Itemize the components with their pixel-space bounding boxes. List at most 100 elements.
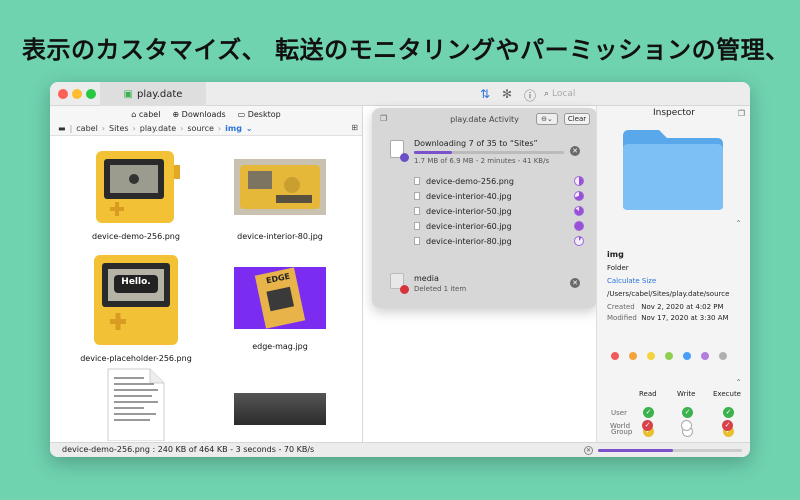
file-item[interactable] [210, 393, 350, 425]
tag-yellow[interactable] [647, 352, 655, 360]
tag-blue[interactable] [683, 352, 691, 360]
favorite-desktop[interactable]: ▭ Desktop [238, 110, 281, 119]
transfer-item[interactable]: device-interior-80.jpg [414, 234, 584, 248]
perm-world-execute[interactable]: ✓ [722, 420, 733, 431]
tag-gray[interactable] [719, 352, 727, 360]
item-name: img [607, 250, 624, 259]
calculate-size-link[interactable]: Calculate Size [607, 277, 656, 285]
breadcrumb-sep: | [69, 124, 73, 133]
dismiss-delete-button[interactable]: ✕ [570, 278, 580, 288]
modified-row: Modified Nov 17, 2020 at 3:30 AM [607, 314, 729, 322]
file-thumbnail [234, 147, 326, 227]
clear-button[interactable]: Clear [564, 113, 590, 125]
thumbnail-text: Hello. [121, 277, 151, 287]
grid-view-icon[interactable]: ⊞ [351, 123, 358, 132]
chevron-up-icon[interactable]: ⌃ [735, 219, 742, 228]
app-window: ▣ play.date ⇅ ✻ ⓘ ⌕ Local ⌂ cabel ⊕ Down… [50, 82, 750, 457]
download-badge-icon [400, 153, 409, 162]
favorites-bar: ⌂ cabel ⊕ Downloads ▭ Desktop [50, 106, 362, 122]
tag-green[interactable] [665, 352, 673, 360]
breadcrumb-item[interactable]: play.date [140, 124, 176, 133]
transfer-item[interactable]: device-interior-60.jpg [414, 219, 584, 233]
transfer-item-name: device-interior-40.jpg [426, 191, 512, 201]
transfer-item[interactable]: device-interior-50.jpg [414, 204, 584, 218]
chevron-up-icon[interactable]: ⌃ [735, 378, 742, 387]
chevron-down-icon[interactable]: ⌄ [246, 124, 253, 133]
favorite-label: cabel [138, 109, 161, 119]
perm-world-write[interactable] [681, 420, 692, 431]
breadcrumb-item[interactable]: cabel [76, 124, 98, 133]
activity-spinner-icon[interactable]: ✻ [502, 87, 512, 101]
tab-play-date[interactable]: ▣ play.date [100, 82, 206, 106]
close-button[interactable] [58, 89, 68, 99]
file-item[interactable]: EDGE edge-mag.jpg [210, 263, 350, 351]
favorite-label: Downloads [181, 109, 226, 119]
file-icon [414, 237, 420, 245]
perm-label-user: User [611, 409, 627, 417]
transfer-item[interactable]: device-interior-40.jpg [414, 189, 584, 203]
tag-red[interactable] [611, 352, 619, 360]
breadcrumb-item[interactable]: Sites [109, 124, 129, 133]
status-progress [598, 449, 742, 452]
file-item[interactable]: device-demo-256.png [66, 147, 206, 241]
server-icon: ▣ [123, 88, 133, 100]
file-item[interactable]: Hello. device-placeholder-256.png [66, 253, 206, 363]
favorite-home[interactable]: ⌂ cabel [131, 110, 160, 119]
copy-icon[interactable]: ❐ [738, 109, 745, 118]
favorite-downloads[interactable]: ⊕ Downloads [172, 110, 225, 119]
progress-pie-icon [574, 206, 584, 216]
created-label: Created [607, 303, 635, 311]
tag-orange[interactable] [629, 352, 637, 360]
folder-icon [623, 130, 723, 210]
modified-value: Nov 17, 2020 at 3:30 AM [641, 314, 729, 322]
modified-label: Modified [607, 314, 637, 322]
tag-purple[interactable] [701, 352, 709, 360]
breadcrumb-item[interactable]: source [187, 124, 214, 133]
search-field[interactable]: ⌕ Local [544, 86, 624, 102]
search-placeholder: Local [552, 89, 576, 99]
file-icon [414, 177, 420, 185]
search-icon: ⌕ [544, 89, 550, 99]
progress-pie-icon [574, 191, 584, 201]
transfer-title: Downloading 7 of 35 to “Sites” [414, 139, 538, 148]
filter-menu-button[interactable]: ⊖⌄ [536, 113, 558, 125]
delete-badge-icon [400, 285, 409, 294]
progress-pie-icon [574, 221, 584, 231]
created-row: Created Nov 2, 2020 at 4:02 PM [607, 303, 724, 311]
transfer-arrows-icon[interactable]: ⇅ [480, 87, 490, 101]
cancel-transfer-button[interactable]: ✕ [570, 146, 580, 156]
zoom-button[interactable] [86, 89, 96, 99]
chevron-right-icon: › [101, 124, 105, 133]
transfer-item-name: device-interior-60.jpg [426, 221, 512, 231]
file-name: device-placeholder-256.png [80, 354, 192, 363]
breadcrumb-current[interactable]: img [225, 124, 242, 133]
file-thumbnail: EDGE [234, 263, 326, 337]
perm-label-world: World [610, 422, 631, 430]
perm-user-execute[interactable]: ✓ [723, 407, 734, 418]
transfer-progress [414, 151, 564, 154]
chevron-right-icon: › [180, 124, 184, 133]
perm-header-execute: Execute [713, 390, 741, 398]
perm-user-write[interactable]: ✓ [682, 407, 693, 418]
transfer-item-name: device-interior-50.jpg [426, 206, 512, 216]
tab-title: play.date [136, 88, 183, 100]
file-item[interactable]: device-interior-80.jpg [210, 147, 350, 241]
titlebar: ▣ play.date ⇅ ✻ ⓘ ⌕ Local [50, 82, 750, 106]
progress-pie-icon [574, 236, 584, 246]
file-item[interactable] [66, 367, 206, 442]
cancel-status-button[interactable]: ✕ [584, 446, 593, 455]
transfer-item[interactable]: device-demo-256.png [414, 174, 584, 188]
minimize-button[interactable] [72, 89, 82, 99]
file-thumbnail [104, 367, 168, 442]
transfer-progress-fill [414, 151, 452, 154]
item-kind: Folder [607, 264, 629, 272]
file-grid: device-demo-256.png device-interior-80.j… [50, 137, 362, 442]
info-icon[interactable]: ⓘ [524, 87, 536, 104]
item-path: /Users/cabel/Sites/play.date/source [607, 290, 730, 298]
perm-user-read[interactable]: ✓ [643, 407, 654, 418]
favorite-label: Desktop [247, 109, 281, 119]
perm-header-read: Read [639, 390, 657, 398]
perm-world-read[interactable]: ✓ [642, 420, 653, 431]
status-progress-fill [598, 449, 673, 452]
headline: 表示のカスタマイズ、 転送のモニタリングやパーミッションの管理、 [22, 36, 790, 64]
